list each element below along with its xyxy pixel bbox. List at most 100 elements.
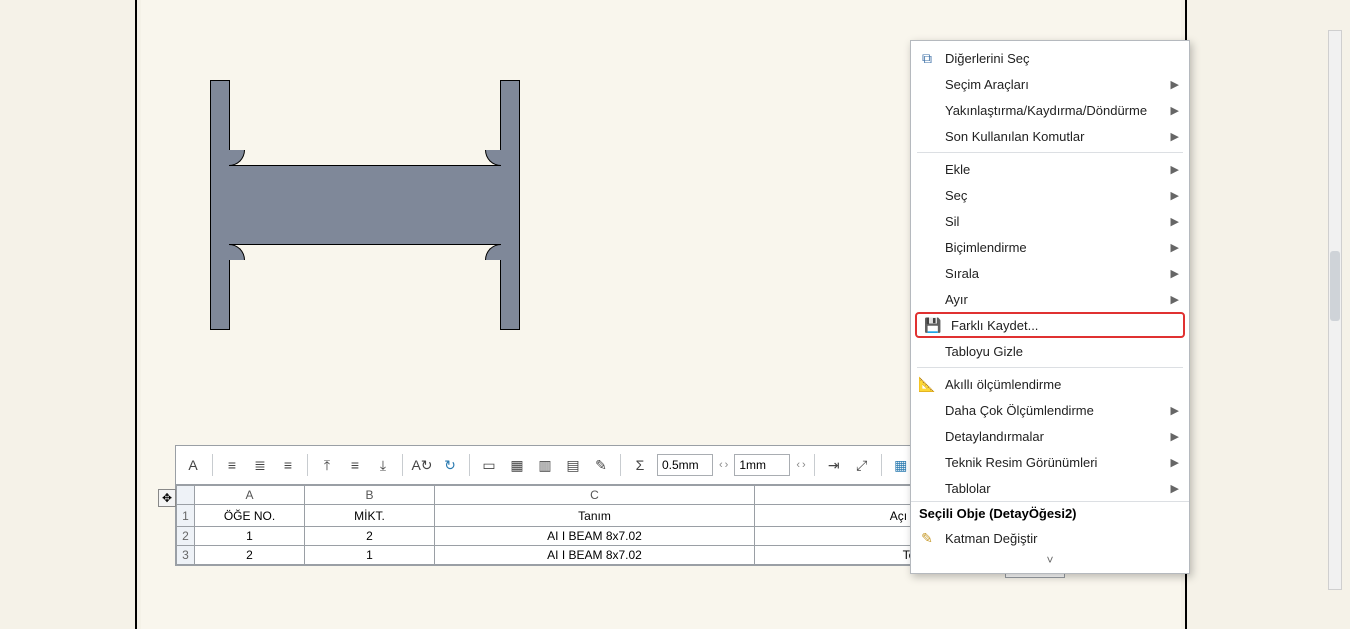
table-props-button[interactable]: ▦ xyxy=(890,454,912,476)
lock-width-button[interactable]: ⇥ xyxy=(823,454,845,476)
ibeam-fillet-tr xyxy=(485,150,501,166)
insert-button[interactable]: ▤ xyxy=(562,454,584,476)
toolbar-separator xyxy=(307,454,308,476)
ibeam-flange-right xyxy=(500,80,520,330)
thickness-spinner[interactable]: ‹› xyxy=(719,459,728,471)
ibeam-part[interactable] xyxy=(210,80,520,330)
menu-item-sort[interactable]: Sırala▶ xyxy=(911,260,1189,286)
submenu-arrow-icon: ▶ xyxy=(1171,241,1179,254)
col-header-b[interactable]: B xyxy=(305,486,435,505)
vertical-scrollbar[interactable] xyxy=(1328,30,1342,590)
menu-item-save-as[interactable]: 💾 Farklı Kaydet... xyxy=(915,312,1185,338)
menu-item-smart-dim[interactable]: 📐 Akıllı ölçümlendirme xyxy=(911,371,1189,397)
menu-item-select-others[interactable]: ⧉Diğerlerini Seç xyxy=(911,45,1189,71)
header-desc[interactable]: Tanım xyxy=(435,505,755,527)
submenu-arrow-icon: ▶ xyxy=(1171,482,1179,495)
cell-itemno[interactable]: 1 xyxy=(195,527,305,546)
submenu-arrow-icon: ▶ xyxy=(1171,267,1179,280)
menu-item-label: Farklı Kaydet... xyxy=(951,318,1038,333)
menu-item-split[interactable]: Ayır ▶ xyxy=(911,286,1189,312)
menu-item-delete[interactable]: Sil ▶ xyxy=(911,208,1189,234)
row-num-3[interactable]: 3 xyxy=(177,546,195,565)
rotate-button[interactable]: ↻ xyxy=(439,454,461,476)
menu-item-recent[interactable]: Son Kullanılan Komutlar▶ xyxy=(911,123,1189,149)
cell-qty[interactable]: 1 xyxy=(305,546,435,565)
ibeam-fillet-bl xyxy=(229,244,245,260)
menu-item-hide-table[interactable]: Tabloyu Gizle xyxy=(911,338,1189,364)
submenu-arrow-icon: ▶ xyxy=(1171,163,1179,176)
save-as-icon: 💾 xyxy=(923,315,943,335)
menu-item-zoom-pan-rotate[interactable]: Yakınlaştırma/Kaydırma/Döndürme▶ xyxy=(911,97,1189,123)
menu-item-format[interactable]: Biçimlendirme▶ xyxy=(911,234,1189,260)
align-right-button[interactable]: ≡ xyxy=(277,454,299,476)
valign-bottom-button[interactable]: ⤓ xyxy=(372,454,394,476)
col-header-c[interactable]: C xyxy=(435,486,755,505)
row-num-1[interactable]: 1 xyxy=(177,505,195,527)
table-move-handle[interactable]: ✥ xyxy=(158,489,176,507)
ibeam-flange-left xyxy=(210,80,230,330)
menu-item-select[interactable]: Seç▶ xyxy=(911,182,1189,208)
menu-item-select-tools[interactable]: Seçim Araçları▶ xyxy=(911,71,1189,97)
smart-dim-icon: 📐 xyxy=(917,374,937,394)
valign-middle-button[interactable]: ≡ xyxy=(344,454,366,476)
blank-icon xyxy=(917,211,937,231)
cell-desc[interactable]: AI I BEAM 8x7.02 xyxy=(435,546,755,565)
blank-icon xyxy=(917,478,937,498)
header-item-no[interactable]: ÖĞE NO. xyxy=(195,505,305,527)
text-angle-button[interactable]: A↻ xyxy=(411,454,433,476)
menu-item-label: Ayır xyxy=(945,292,968,307)
height-spinner[interactable]: ‹› xyxy=(796,459,805,471)
align-center-button[interactable]: ≣ xyxy=(249,454,271,476)
select-others-icon: ⧉ xyxy=(917,48,937,68)
col-header-a[interactable]: A xyxy=(195,486,305,505)
row-num-2[interactable]: 2 xyxy=(177,527,195,546)
cell-desc[interactable]: AI I BEAM 8x7.02 xyxy=(435,527,755,546)
submenu-arrow-icon: ▶ xyxy=(1171,130,1179,143)
right-panel-region xyxy=(1200,0,1350,629)
menu-item-label: Akıllı ölçümlendirme xyxy=(945,377,1061,392)
menu-item-drawing-views[interactable]: Teknik Resim Görünümleri▶ xyxy=(911,449,1189,475)
menu-item-more-dim[interactable]: Daha Çok Ölçümlendirme ▶ xyxy=(911,397,1189,423)
submenu-arrow-icon: ▶ xyxy=(1171,215,1179,228)
align-left-button[interactable]: ≡ xyxy=(221,454,243,476)
menu-item-add[interactable]: Ekle ▶ xyxy=(911,156,1189,182)
toolbar-separator xyxy=(620,454,621,476)
row-height-input[interactable] xyxy=(734,454,790,476)
corner-cell[interactable] xyxy=(177,486,195,505)
valign-top-button[interactable]: ⤒ xyxy=(316,454,338,476)
menu-item-label: Ekle xyxy=(945,162,970,177)
context-menu-expand[interactable]: ˅ xyxy=(911,551,1189,569)
border-thickness-input[interactable] xyxy=(657,454,713,476)
font-style-button[interactable]: A xyxy=(182,454,204,476)
ibeam-fillet-br xyxy=(485,244,501,260)
menu-item-label: Daha Çok Ölçümlendirme xyxy=(945,403,1094,418)
menu-item-tables[interactable]: Tablolar▶ xyxy=(911,475,1189,501)
context-menu-separator xyxy=(917,152,1183,153)
sum-button[interactable]: Σ xyxy=(629,454,651,476)
context-menu-separator xyxy=(917,367,1183,368)
blank-icon xyxy=(917,126,937,146)
toolbar-separator xyxy=(212,454,213,476)
scroll-thumb[interactable] xyxy=(1330,251,1340,321)
header-qty[interactable]: MİKT. xyxy=(305,505,435,527)
toolbar-separator xyxy=(814,454,815,476)
submenu-arrow-icon: ▶ xyxy=(1171,404,1179,417)
equation-button[interactable]: ✎ xyxy=(590,454,612,476)
header-row-button[interactable]: ▭ xyxy=(478,454,500,476)
context-menu: ⧉Diğerlerini SeçSeçim Araçları▶Yakınlaşt… xyxy=(910,40,1190,574)
cell-qty[interactable]: 2 xyxy=(305,527,435,546)
toolbar-separator xyxy=(881,454,882,476)
menu-item-label: Seç xyxy=(945,188,967,203)
cell-itemno[interactable]: 2 xyxy=(195,546,305,565)
lock-height-button[interactable]: ⤢ xyxy=(851,454,873,476)
menu-item-label: Tabloyu Gizle xyxy=(945,344,1023,359)
merge-button[interactable]: ▦ xyxy=(506,454,528,476)
submenu-arrow-icon: ▶ xyxy=(1171,456,1179,469)
split-button[interactable]: ▥ xyxy=(534,454,556,476)
toolbar-separator xyxy=(469,454,470,476)
submenu-arrow-icon: ▶ xyxy=(1171,293,1179,306)
menu-item-label: Sil xyxy=(945,214,959,229)
menu-item-change-layer[interactable]: ✎Katman Değiştir xyxy=(911,525,1189,551)
submenu-arrow-icon: ▶ xyxy=(1171,78,1179,91)
menu-item-detailing[interactable]: Detaylandırmalar▶ xyxy=(911,423,1189,449)
